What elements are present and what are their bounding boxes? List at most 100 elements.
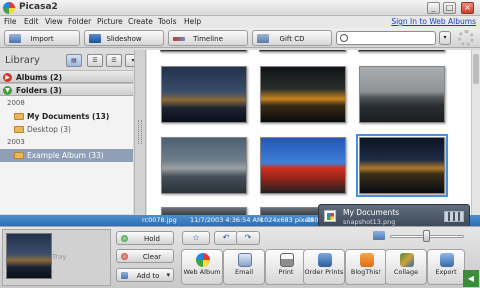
menu-bar: File Edit View Folder Picture Create Too… [0,16,480,28]
folder-icon [14,152,24,159]
year-2003: 2003 [7,138,25,146]
year-2008: 2008 [7,99,25,107]
minimize-button[interactable]: _ [427,2,440,14]
thumbnails-icon [444,211,464,222]
star-icon: ☆ [192,233,200,242]
library-view-tree-button[interactable]: ☰ [106,54,122,67]
rotate-left-icon: ↶ [222,233,230,242]
popup-title: My Documents [343,208,400,217]
zoom-slider-handle[interactable] [423,230,430,242]
order-prints-icon [318,253,332,267]
rotate-right-icon: ↷ [244,233,252,242]
blogger-icon [360,253,374,267]
photo-thumbnail[interactable] [359,66,445,123]
view-thumbnails-icon: ▤ [71,57,77,64]
library-title: Library [5,55,40,66]
menu-create[interactable]: Create [128,17,153,26]
photo-thumbnail[interactable] [160,50,247,52]
print-button[interactable]: Print [265,249,307,285]
folder-desktop[interactable]: Desktop (3) [0,123,133,136]
view-list-icon: ☰ [92,57,98,64]
albums-label: Albums (2) [16,73,63,82]
timeline-button[interactable]: Timeline [168,30,248,46]
new-pictures-popup[interactable]: My Documents snapshot13.png [318,204,470,227]
hold-button[interactable]: Hold [116,231,174,245]
picasa-logo-icon [3,2,15,14]
folders-label: Folders (3) [16,86,62,95]
blogthis-button[interactable]: BlogThis! [345,249,387,285]
library-tree: ▶ Albums (2) ▼ Folders (3) 2008 My Docum… [0,70,133,214]
menu-help[interactable]: Help [184,17,201,26]
search-box [336,31,436,45]
clear-button[interactable]: Clear [116,249,174,263]
tray-label: Tray [52,253,67,261]
collage-icon [400,253,414,267]
folder-my-documents[interactable]: My Documents (13) [0,110,133,123]
status-extra: 180 [306,216,319,224]
import-button[interactable]: Import [4,30,80,46]
window-title: Picasa2 [19,2,58,12]
rotate-left-button[interactable]: ↶ [214,231,238,245]
photo-thumbnail[interactable] [260,137,346,194]
picasa-folder-icon [324,210,336,222]
popup-filename: snapshot13.png [343,218,396,226]
photo-thumbnail[interactable] [259,50,346,52]
photo-thumbnail[interactable] [161,137,247,194]
menu-view[interactable]: View [45,17,63,26]
photo-thumbnail-selected[interactable] [356,134,448,197]
grid-scrollbar[interactable] [471,50,480,215]
search-input[interactable] [351,33,433,43]
signin-link[interactable]: Sign In to Web Albums [391,17,476,26]
menu-file[interactable]: File [4,17,17,26]
panel-splitter[interactable] [134,50,146,215]
export-button[interactable]: Export [427,249,465,285]
zoom-picture-icon [373,231,385,240]
albums-section[interactable]: ▶ Albums (2) [0,70,133,83]
tray-thumbnail[interactable] [6,233,52,279]
order-prints-button[interactable]: Order Prints [303,249,345,285]
search-icon [340,34,348,42]
chevron-down-icon: ▾ [166,271,170,279]
view-tree-icon: ☰ [111,57,117,64]
menu-edit[interactable]: Edit [24,17,39,26]
library-view-thumbnails-button[interactable]: ▤ [66,54,82,67]
web-album-button[interactable]: Web Album [181,249,223,285]
expand-tray-button[interactable]: ◀ [463,270,479,287]
web-album-icon [196,253,210,267]
photo-thumbnail[interactable] [161,66,247,123]
gift-cd-button[interactable]: Gift CD [252,30,332,46]
search-options-button[interactable]: ▾ [439,31,451,45]
library-view-list-button[interactable]: ☰ [87,54,103,67]
folder-icon [14,126,24,133]
photo-thumbnail[interactable] [260,66,346,123]
expand-toggle-icon[interactable]: ▼ [3,86,12,95]
hold-icon [121,235,128,242]
status-date: 11/7/2003 4:36:54 AM [190,216,263,224]
collage-button[interactable]: Collage [385,249,427,285]
photo-thumbnail[interactable] [161,207,247,215]
status-filename: rc0078.jpg [142,216,177,224]
email-button[interactable]: Email [223,249,265,285]
menu-tools[interactable]: Tools [158,17,176,26]
add-to-icon [121,272,128,279]
maximize-button[interactable]: □ [443,2,456,14]
folder-example-album[interactable]: Example Album (33) [0,149,133,162]
rotate-right-button[interactable]: ↷ [236,231,260,245]
add-to-button[interactable]: Add to ▾ [116,268,174,282]
close-button[interactable]: × [461,2,474,14]
folders-section[interactable]: ▼ Folders (3) [0,83,133,96]
print-icon [280,253,294,267]
title-bar: Picasa2 _ □ × [0,0,480,16]
photo-thumbnail[interactable] [358,50,445,52]
slideshow-button[interactable]: Slideshow [84,30,164,46]
email-icon [238,253,252,267]
folder-icon [14,113,24,120]
scrollbar-thumb[interactable] [473,54,479,84]
chevron-left-icon: ◀ [467,274,475,283]
star-button[interactable]: ☆ [182,231,210,245]
menu-picture[interactable]: Picture [97,17,123,26]
photo-grid [147,50,471,215]
activity-spinner-icon [458,30,474,46]
collapse-toggle-icon[interactable]: ▶ [3,73,12,82]
menu-folder[interactable]: Folder [68,17,91,26]
